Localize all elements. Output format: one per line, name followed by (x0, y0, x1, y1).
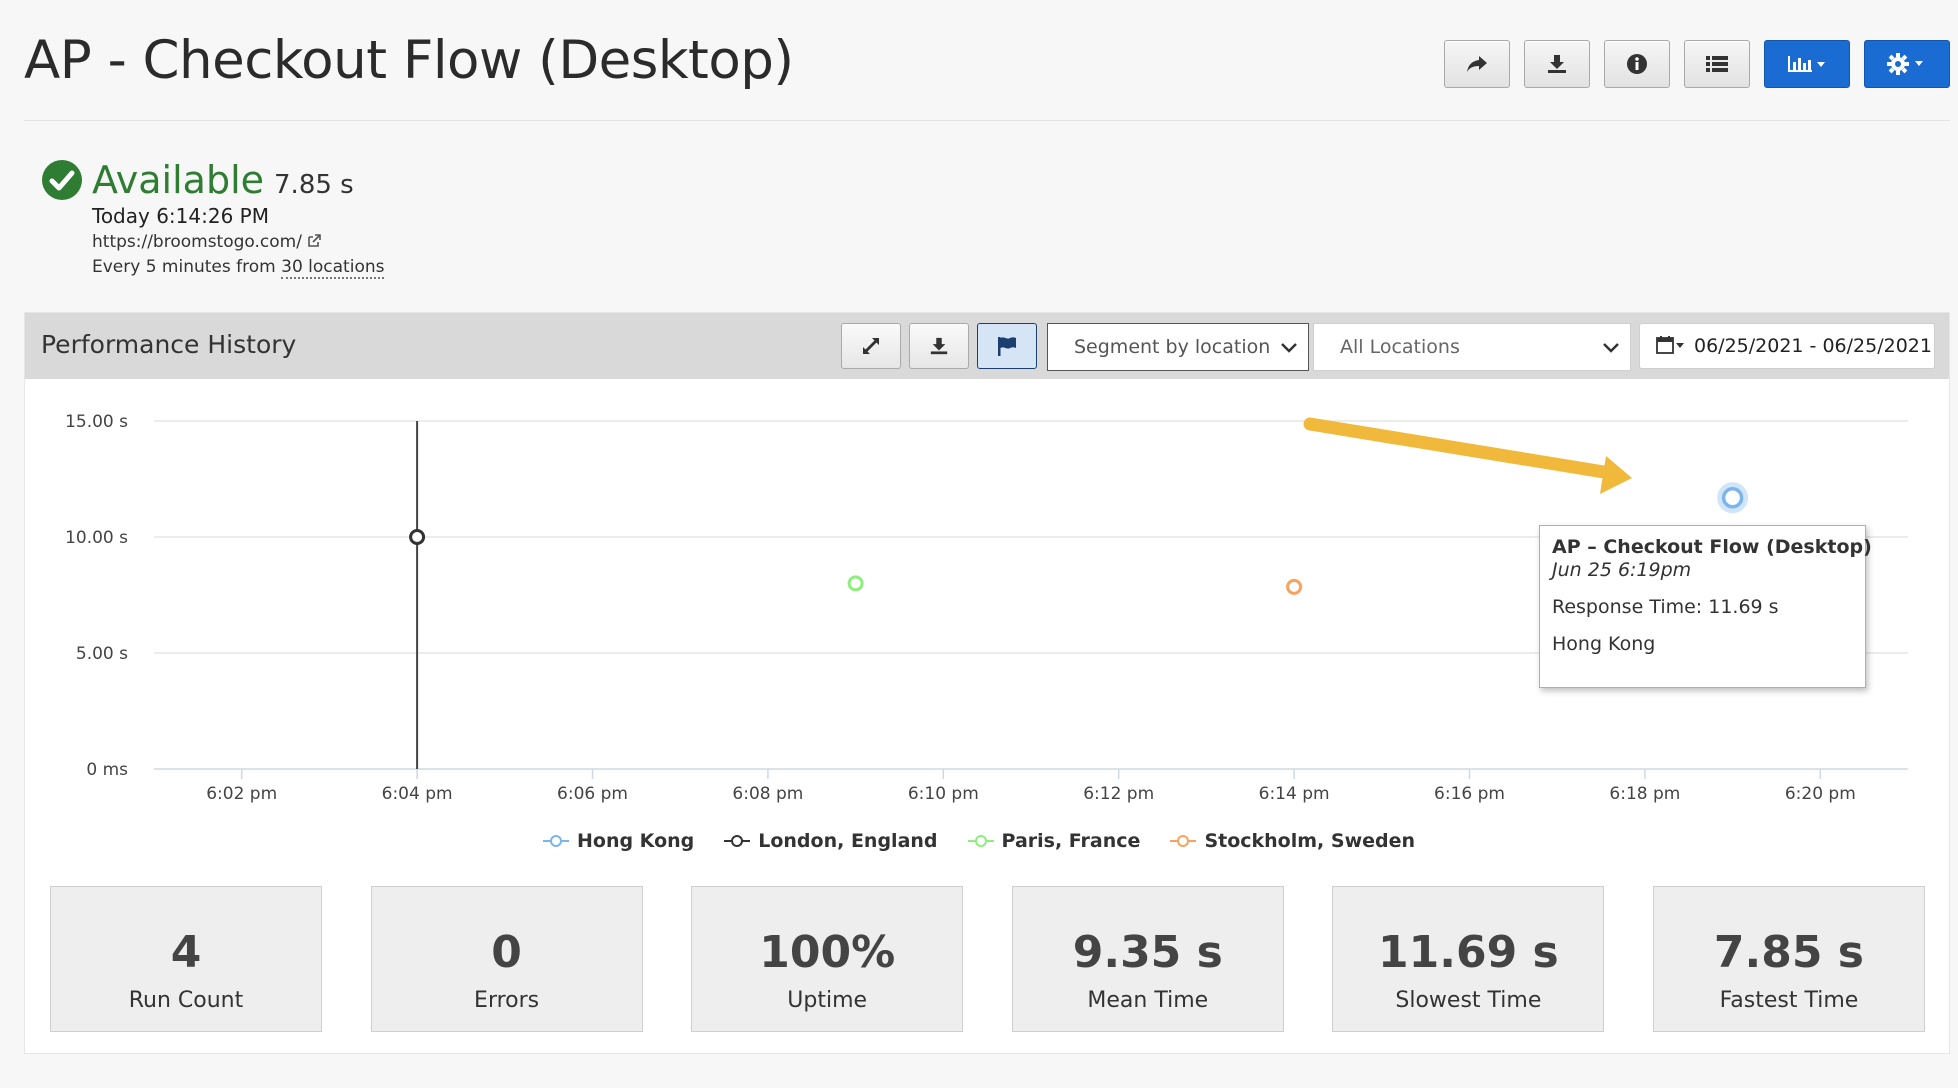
stat-card: 0 Errors (370, 886, 643, 1032)
stat-label: Fastest Time (1719, 988, 1859, 1013)
stat-card: 9.35 s Mean Time (1011, 886, 1284, 1032)
tooltip-time: Jun 25 6:19pm (1552, 559, 1692, 581)
y-tick-label: 5.00 s (76, 644, 128, 664)
data-point (409, 529, 426, 545)
legend-swatch (1170, 834, 1197, 848)
legend-label: Hong Kong (576, 830, 695, 852)
annotation-arrow (1303, 417, 1632, 494)
x-tick-label: 6:16 pm (1434, 784, 1505, 804)
stat-label: Mean Time (1087, 988, 1209, 1013)
stat-value: 7.85 s (1713, 927, 1864, 978)
stat-value: 4 (170, 927, 202, 978)
stat-label: Run Count (128, 988, 244, 1013)
legend-label: Stockholm, Sweden (1204, 830, 1416, 852)
x-tick-label: 6:18 pm (1609, 784, 1680, 804)
x-tick-label: 6:08 pm (732, 784, 803, 804)
data-point (1286, 578, 1303, 595)
x-tick-label: 6:06 pm (557, 784, 628, 804)
y-tick-label: 10.00 s (65, 528, 128, 548)
stat-card: 7.85 s Fastest Time (1652, 886, 1925, 1032)
chart-legend: Hong Kong London, England Paris, France Sto… (0, 830, 1958, 852)
stat-label: Errors (474, 988, 540, 1013)
legend-swatch (724, 834, 751, 848)
legend-item[interactable]: Paris, France (967, 830, 1141, 852)
x-tick-label: 6:12 pm (1083, 784, 1154, 804)
stat-label: Uptime (787, 988, 868, 1013)
stat-card: 4 Run Count (50, 886, 322, 1032)
legend-label: Paris, France (1001, 830, 1141, 852)
data-point (847, 575, 864, 592)
x-tick-label: 6:20 pm (1785, 784, 1856, 804)
stat-card: 11.69 s Slowest Time (1332, 886, 1605, 1032)
legend-item[interactable]: London, England (724, 830, 938, 852)
tooltip-response: Response Time: 11.69 s (1552, 596, 1779, 618)
x-tick-label: 6:04 pm (382, 784, 453, 804)
stat-value: 0 (491, 927, 522, 978)
legend-swatch (967, 834, 994, 848)
stat-card: 100% Uptime (691, 886, 964, 1032)
y-tick-label: 0 ms (86, 760, 128, 780)
stat-value: 100% (759, 927, 896, 978)
stat-value: 9.35 s (1072, 927, 1223, 978)
x-tick-label: 6:10 pm (908, 784, 979, 804)
stats-row: 4 Run Count 0 Errors 100% Uptime 9.35 s Mean Ti… (50, 886, 1925, 1032)
tooltip-title: AP – Checkout Flow (Desktop) (1552, 536, 1872, 558)
y-tick-label: 15.00 s (65, 412, 128, 432)
legend-swatch (542, 834, 569, 848)
data-point (1721, 487, 1744, 509)
x-tick-label: 6:14 pm (1259, 784, 1330, 804)
chart-tooltip: AP – Checkout Flow (Desktop) Jun 25 6:19… (1539, 525, 1872, 688)
legend-item[interactable]: Hong Kong (542, 830, 695, 852)
stat-value: 11.69 s (1378, 927, 1559, 978)
tooltip-location: Hong Kong (1552, 633, 1656, 655)
x-tick-label: 6:02 pm (206, 784, 277, 804)
legend-label: London, England (758, 830, 938, 852)
legend-item[interactable]: Stockholm, Sweden (1170, 830, 1415, 852)
stat-label: Slowest Time (1395, 988, 1542, 1013)
